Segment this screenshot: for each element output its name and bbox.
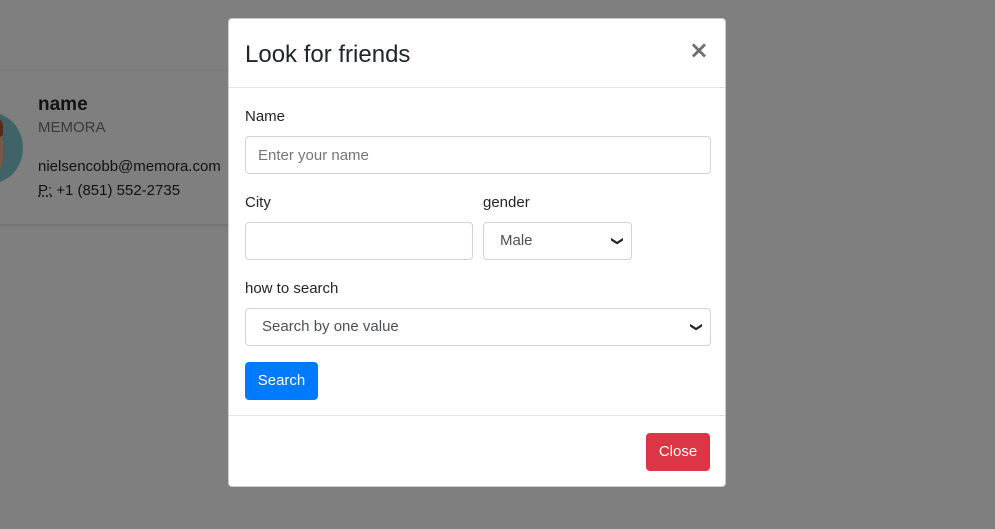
search-mode-selected-value: Search by one value xyxy=(262,318,399,335)
city-label: City xyxy=(245,194,271,211)
modal-title: Look for friends xyxy=(245,41,411,68)
search-button[interactable]: Search xyxy=(245,362,318,400)
search-friends-modal: Look for friends × Name City gender Male… xyxy=(228,18,726,487)
gender-select[interactable]: Male ❯ xyxy=(483,222,632,260)
search-mode-select[interactable]: Search by one value ❯ xyxy=(245,308,711,346)
gender-label: gender xyxy=(483,194,530,211)
chevron-down-icon: ❯ xyxy=(610,235,625,247)
chevron-down-icon: ❯ xyxy=(689,321,704,333)
city-input[interactable] xyxy=(245,222,473,260)
modal-footer: Close xyxy=(229,415,725,486)
close-button[interactable]: Close xyxy=(646,433,710,471)
name-label: Name xyxy=(245,108,286,125)
modal-header: Look for friends × xyxy=(229,19,725,88)
close-icon[interactable]: × xyxy=(689,37,709,63)
gender-selected-value: Male xyxy=(500,232,533,249)
how-to-search-label: how to search xyxy=(245,280,339,297)
name-input[interactable] xyxy=(245,136,711,174)
